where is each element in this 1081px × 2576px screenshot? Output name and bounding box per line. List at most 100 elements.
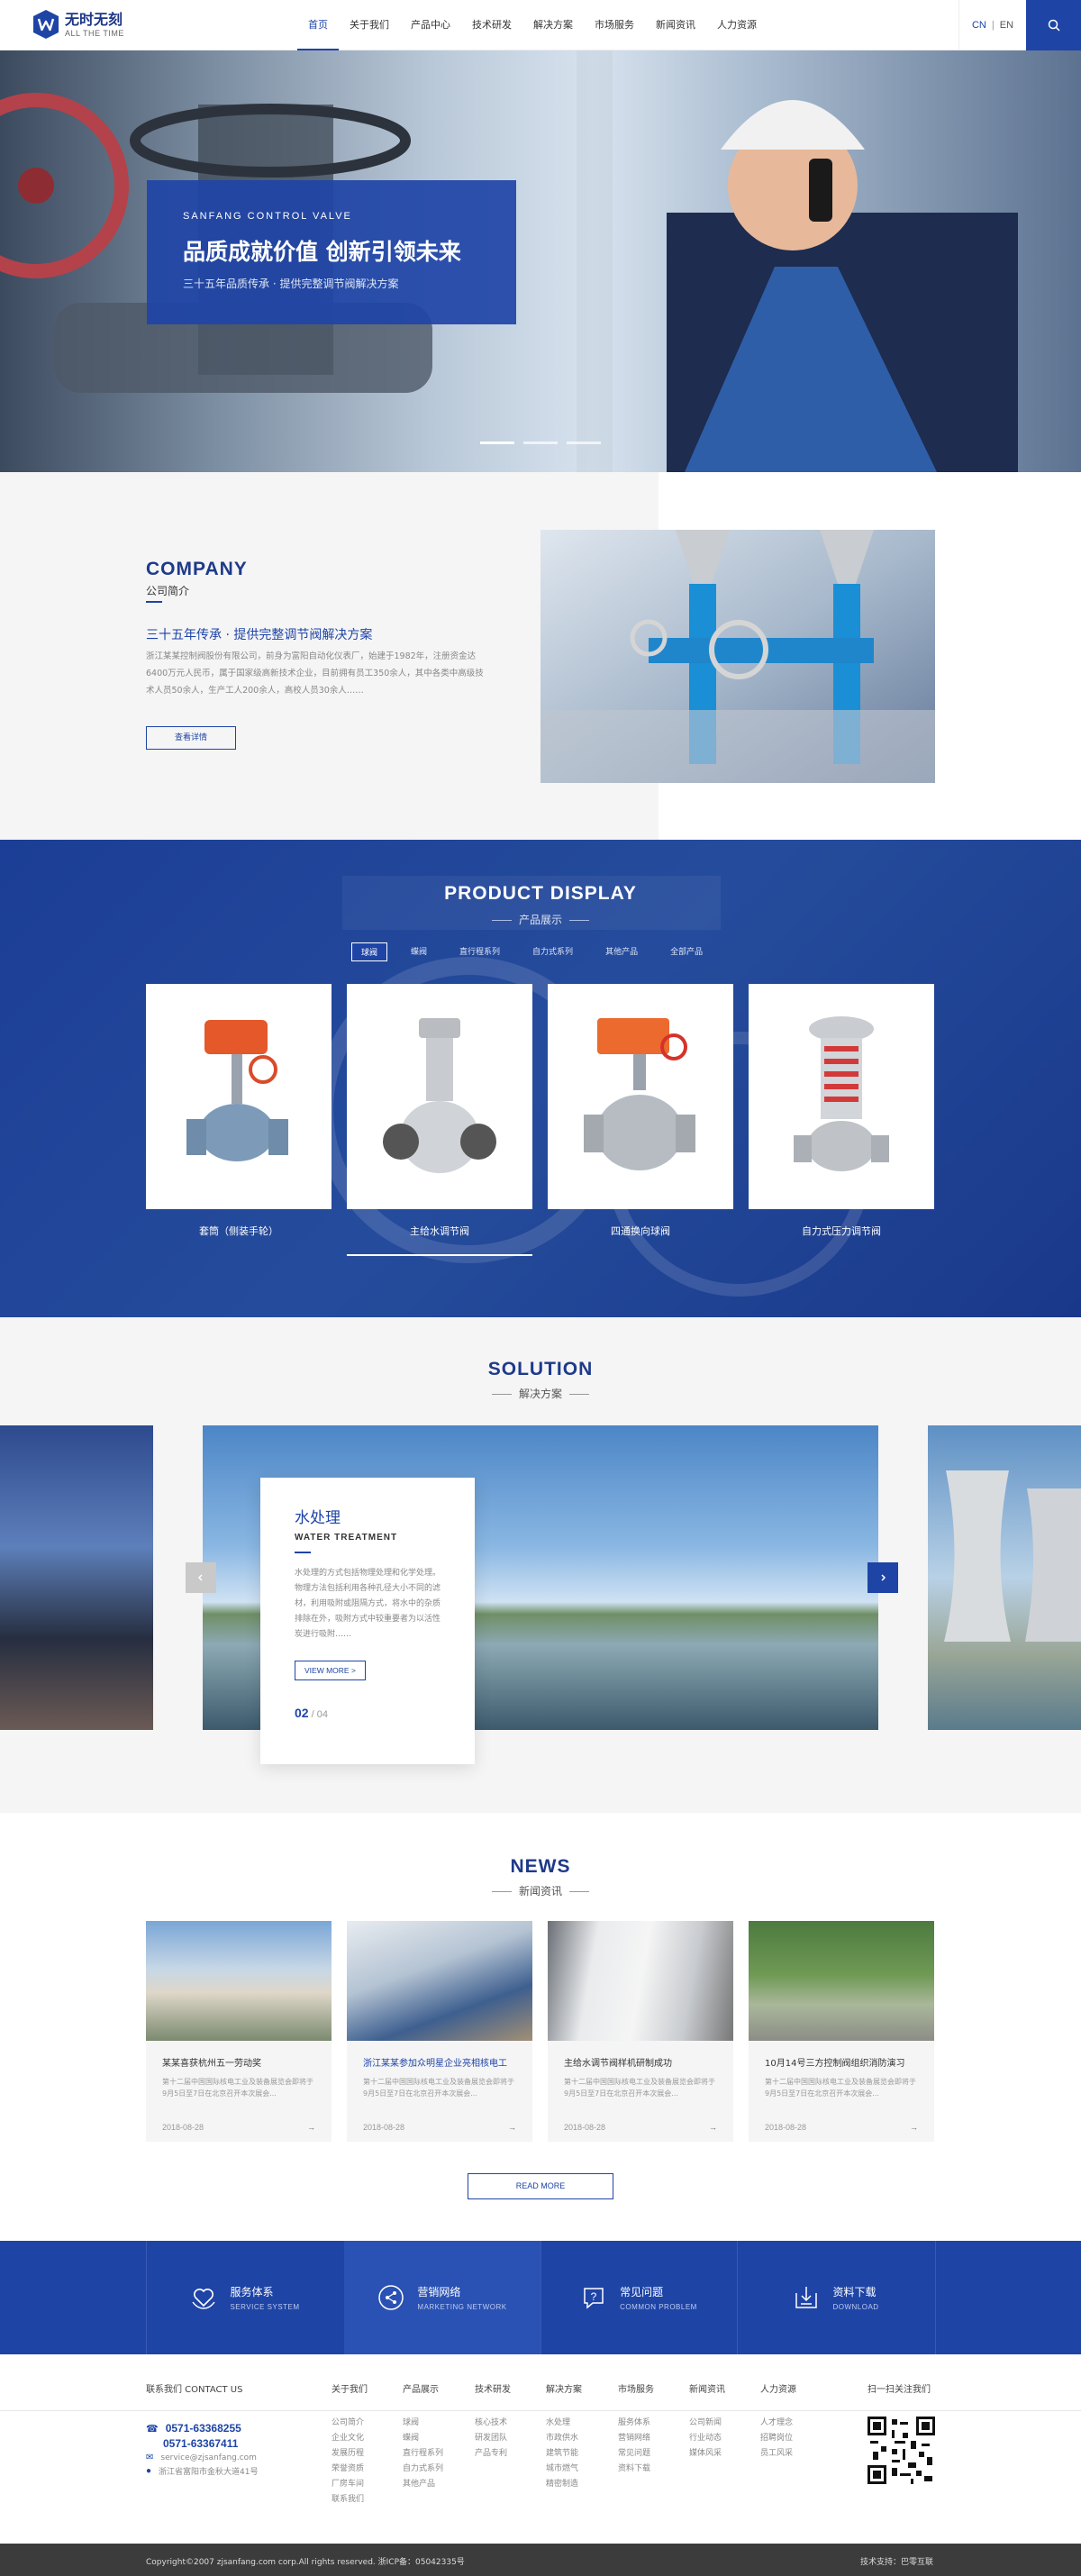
search-button[interactable] [1026,0,1081,50]
solution-prev-button[interactable] [186,1562,216,1593]
arrow-right-icon: → [508,2123,516,2132]
footer-link[interactable]: 资料下载 [618,2462,654,2477]
footer-link[interactable]: 服务体系 [618,2416,654,2431]
tab-other-products[interactable]: 其他产品 [596,942,647,961]
service-item[interactable]: 营销网络 MARKETING NETWORK [344,2241,540,2354]
news-title: 浙江某某参加众明星企业亮相核电工 [363,2059,507,2069]
product-name: 套筒（侧装手轮） [199,1225,278,1237]
footer-link[interactable]: 招聘岗位 [760,2431,796,2446]
footer-link[interactable]: 媒体风采 [689,2446,725,2462]
tab-butterfly-valve[interactable]: 蝶阀 [402,942,436,961]
chevron-right-icon [881,1574,886,1581]
product-list: 套筒（侧装手轮） 主给水调节阀 四通换向球阀 自力式压力调节阀 [146,984,934,1256]
news-card[interactable]: 10月14号三方控制阀组织消防演习 第十二届中国国际核电工业及装备展览会即将于9… [749,1921,934,2142]
footer-link[interactable]: 发展历程 [332,2446,368,2462]
solution-slide-next-image[interactable] [928,1425,1081,1730]
valve-icon [383,1018,496,1173]
tab-self-operated-series[interactable]: 自力式系列 [523,942,582,961]
solution-next-button[interactable] [868,1562,898,1593]
news-image [749,1921,934,2041]
news-card[interactable]: 主给水调节阀样机研制成功 第十二届中国国际核电工业及装备展览会即将于9月5日至7… [548,1921,733,2142]
footer-qr: 扫一扫关注我们 [868,2381,935,2489]
lang-cn-link[interactable]: CN [972,20,986,31]
footer-link[interactable]: 蝶阀 [403,2431,443,2446]
nav-solutions[interactable]: 解决方案 [522,0,584,50]
hero-dot[interactable] [480,441,514,444]
news-title: 主给水调节阀样机研制成功 [564,2059,672,2069]
nav-news[interactable]: 新闻资讯 [645,0,706,50]
news-date: 2018-08-28 [765,2123,807,2132]
hero-banner[interactable]: SANFANG CONTROL VALVE 品质成就价值 创新引领未来 三十五年… [0,50,1081,472]
service-item[interactable]: 资料下载 DOWNLOAD [737,2241,935,2354]
product-underline [347,1254,532,1256]
svg-text:?: ? [591,2290,597,2303]
tab-ball-valve[interactable]: 球阀 [351,942,388,961]
footer-link[interactable]: 研发团队 [475,2431,511,2446]
hero-dot[interactable] [523,441,558,444]
footer-link[interactable]: 水处理 [546,2416,582,2431]
service-item[interactable]: ? 常见问题 COMMON PROBLEM [540,2241,737,2354]
hero-dot[interactable] [567,441,601,444]
product-card[interactable]: 自力式压力调节阀 [749,984,934,1256]
service-subtitle: DOWNLOAD [832,2303,879,2311]
tab-linear-series[interactable]: 直行程系列 [450,942,509,961]
footer-link[interactable]: 人才理念 [760,2416,796,2431]
footer-link[interactable]: 城市燃气 [546,2462,582,2477]
footer-column: 新闻资讯 公司新闻 行业动态 媒体风采 [689,2381,725,2462]
company-section: COMPANY 公司简介 三十五年传承 · 提供完整调节阀解决方案 浙江某某控制… [0,472,1081,840]
product-card[interactable]: 四通换向球阀 [548,984,733,1256]
footer-link[interactable]: 联系我们 [332,2492,368,2508]
footer-link[interactable]: 荣誉资质 [332,2462,368,2477]
view-more-button[interactable]: VIEW MORE > [295,1661,366,1680]
contact-phone-1: 0571-63368255 [165,2422,241,2435]
hero-subtitle: 三十五年品质传承 · 提供完整调节阀解决方案 [183,278,399,290]
tech-support-link[interactable]: 技术支持：巴零互联 [860,2555,933,2567]
footer-link[interactable]: 其他产品 [403,2477,443,2492]
footer-link[interactable]: 行业动态 [689,2431,725,2446]
footer-link[interactable]: 精密制造 [546,2477,582,2492]
footer-link[interactable]: 营销网络 [618,2431,654,2446]
company-description: 浙江某某控制阀股份有限公司，前身为富阳自动化仪表厂，始建于1982年，注册资金达… [146,651,484,696]
footer-link[interactable]: 核心技术 [475,2416,511,2431]
copyright-text: Copyright©2007 zjsanfang.com corp.All ri… [146,2558,465,2567]
service-title: 营销网络 [417,2286,461,2298]
footer-link[interactable]: 公司新闻 [689,2416,725,2431]
footer-link[interactable]: 市政供水 [546,2431,582,2446]
nav-home[interactable]: 首页 [297,0,339,50]
footer-link[interactable]: 员工风采 [760,2446,796,2462]
footer-link[interactable]: 自力式系列 [403,2462,443,2477]
solution-slide-prev-image[interactable] [0,1425,153,1730]
product-card[interactable]: 套筒（侧装手轮） [146,984,332,1256]
company-more-button[interactable]: 查看详情 [146,726,236,750]
news-image [548,1921,733,2041]
cooling-tower-image [944,1470,1081,1642]
nav-market-service[interactable]: 市场服务 [584,0,645,50]
product-name: 自力式压力调节阀 [802,1225,881,1237]
footer-link[interactable]: 产品专利 [475,2446,511,2462]
solution-section: SOLUTION 解决方案 水处理 WATER TREATMENT 水处理的方式… [0,1317,1081,1813]
footer-link[interactable]: 常见问题 [618,2446,654,2462]
lang-en-link[interactable]: EN [1000,20,1013,31]
news-card[interactable]: 某某喜获杭州五一劳动奖 第十二届中国国际核电工业及装备展览会即将于9月5日至7日… [146,1921,332,2142]
nav-about[interactable]: 关于我们 [339,0,400,50]
footer-column-title: 产品展示 [403,2385,439,2395]
product-card[interactable]: 主给水调节阀 [347,984,532,1256]
service-item[interactable]: 服务体系 SERVICE SYSTEM [146,2241,344,2354]
footer-link[interactable]: 公司简介 [332,2416,368,2431]
news-card[interactable]: 浙江某某参加众明星企业亮相核电工 第十二届中国国际核电工业及装备展览会即将于9月… [347,1921,532,2142]
footer-link[interactable]: 球阀 [403,2416,443,2431]
contact-email[interactable]: service@zjsanfang.com [160,2453,257,2462]
tab-all-products[interactable]: 全部产品 [661,942,712,961]
nav-research[interactable]: 技术研发 [461,0,522,50]
footer-link[interactable]: 企业文化 [332,2431,368,2446]
lang-separator: | [991,20,995,31]
footer-link[interactable]: 建筑节能 [546,2446,582,2462]
footer-link[interactable]: 直行程系列 [403,2446,443,2462]
nav-products[interactable]: 产品中心 [400,0,461,50]
read-more-button[interactable]: READ MORE [468,2173,613,2199]
footer-link[interactable]: 厂房车间 [332,2477,368,2492]
nav-hr[interactable]: 人力资源 [706,0,768,50]
hero-title: 品质成就价值 创新引领未来 [183,239,461,265]
solution-card-description: 水处理的方式包括物理处理和化学处理。物理方法包括利用各种孔径大小不同的滤材，利用… [295,1569,441,1639]
logo[interactable]: 无时无刻 ALL THE TIME [32,9,124,40]
